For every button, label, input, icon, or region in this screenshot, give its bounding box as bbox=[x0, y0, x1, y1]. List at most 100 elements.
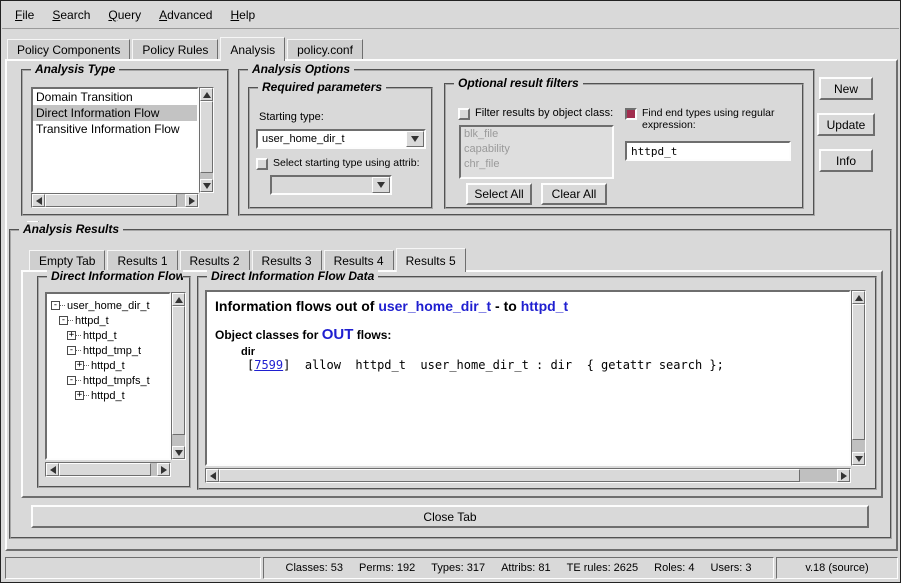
tab-analysis[interactable]: Analysis bbox=[220, 37, 285, 61]
scroll-right-arrow[interactable] bbox=[157, 463, 170, 476]
scroll-down-arrow[interactable] bbox=[852, 452, 865, 465]
tree-collapse-icon[interactable]: - bbox=[59, 316, 68, 325]
tree-node[interactable]: -httpd_t bbox=[47, 313, 169, 328]
scroll-right-arrow[interactable] bbox=[837, 469, 850, 482]
statusbar-stats-panel: Classes: 53 Perms: 192 Types: 317 Attrib… bbox=[263, 557, 774, 579]
scroll-down-arrow[interactable] bbox=[172, 446, 185, 459]
stat-te-rules: TE rules: 2625 bbox=[567, 562, 639, 574]
tree-node-label[interactable]: httpd_tmp_t bbox=[83, 345, 141, 357]
tree-node[interactable]: -httpd_tmpfs_t bbox=[47, 373, 169, 388]
select-all-button[interactable]: Select All bbox=[466, 183, 532, 205]
scrollbar-thumb[interactable] bbox=[852, 304, 865, 440]
tab-policy-rules[interactable]: Policy Rules bbox=[132, 39, 218, 59]
flow-heading: Information flows out of user_home_dir_t… bbox=[215, 298, 841, 314]
tree-collapse-icon[interactable]: - bbox=[67, 346, 76, 355]
tab-policy-conf[interactable]: policy.conf bbox=[287, 39, 363, 59]
scrollbar-thumb[interactable] bbox=[59, 463, 151, 476]
tree-node-label[interactable]: user_home_dir_t bbox=[67, 300, 150, 312]
tab-results-2[interactable]: Results 2 bbox=[180, 250, 250, 270]
menu-advanced[interactable]: Advanced bbox=[150, 4, 221, 26]
tree-node[interactable]: -user_home_dir_t bbox=[47, 298, 169, 313]
tree-node[interactable]: + httpd_t bbox=[47, 328, 169, 343]
tab-empty[interactable]: Empty Tab bbox=[29, 250, 105, 270]
tree-node-label[interactable]: httpd_tmpfs_t bbox=[83, 375, 150, 387]
tree-node[interactable]: + httpd_t bbox=[47, 388, 169, 403]
required-parameters-group: Required parameters Starting type: user_… bbox=[248, 87, 433, 209]
tree-node[interactable]: -httpd_tmp_t bbox=[47, 343, 169, 358]
scrollbar-trough[interactable] bbox=[172, 306, 185, 446]
scrollbar-trough[interactable] bbox=[45, 194, 185, 207]
update-button[interactable]: Update bbox=[817, 113, 875, 136]
scrollbar-thumb[interactable] bbox=[45, 194, 177, 207]
scroll-up-arrow[interactable] bbox=[200, 88, 213, 101]
tab-results-1[interactable]: Results 1 bbox=[107, 250, 177, 270]
right-triangle-icon bbox=[161, 466, 167, 474]
optional-filters-title: Optional result filters bbox=[454, 76, 583, 90]
scrollbar-trough[interactable] bbox=[852, 304, 865, 452]
tree-node-label[interactable]: httpd_t bbox=[75, 315, 109, 327]
filter-by-class-checkbox[interactable] bbox=[458, 108, 470, 120]
down-triangle-icon bbox=[203, 183, 211, 189]
scrollbar-thumb[interactable] bbox=[172, 306, 185, 435]
scrollbar-trough[interactable] bbox=[219, 469, 837, 482]
scroll-left-arrow[interactable] bbox=[206, 469, 219, 482]
list-item-selected[interactable]: Direct Information Flow bbox=[33, 105, 197, 121]
analysis-page: Analysis Type Domain Transition Direct I… bbox=[5, 59, 898, 551]
tab-policy-components[interactable]: Policy Components bbox=[7, 39, 130, 59]
horizontal-scrollbar[interactable] bbox=[205, 468, 851, 483]
filter-checkbox-row: Filter results by object class: bbox=[458, 107, 613, 120]
tree-expand-icon[interactable]: + bbox=[75, 361, 84, 370]
horizontal-scrollbar[interactable] bbox=[31, 193, 199, 208]
starting-type-combobox[interactable]: user_home_dir_t bbox=[256, 129, 426, 149]
menu-help[interactable]: Help bbox=[221, 4, 264, 26]
menu-query[interactable]: Query bbox=[99, 4, 150, 26]
attrib-checkbox-label: Select starting type using attrib: bbox=[273, 157, 420, 169]
tree-node-label[interactable]: httpd_t bbox=[91, 390, 125, 402]
scroll-right-arrow[interactable] bbox=[185, 194, 198, 207]
regex-checkbox-checked[interactable] bbox=[625, 108, 637, 120]
up-triangle-icon bbox=[175, 297, 183, 303]
starting-type-value: user_home_dir_t bbox=[258, 131, 406, 147]
tree-collapse-icon[interactable]: - bbox=[51, 301, 60, 310]
tree-collapse-icon[interactable]: - bbox=[67, 376, 76, 385]
right-triangle-icon bbox=[189, 197, 195, 205]
horizontal-scrollbar[interactable] bbox=[45, 462, 171, 477]
dropdown-arrow-button[interactable] bbox=[406, 131, 424, 147]
tab-results-3[interactable]: Results 3 bbox=[252, 250, 322, 270]
rule-number-link[interactable]: 7599 bbox=[254, 358, 283, 372]
scroll-left-arrow[interactable] bbox=[46, 463, 59, 476]
scrollbar-trough[interactable] bbox=[59, 463, 157, 476]
scroll-down-arrow[interactable] bbox=[200, 179, 213, 192]
regex-input[interactable] bbox=[625, 141, 791, 161]
tab-results-4[interactable]: Results 4 bbox=[324, 250, 394, 270]
new-button[interactable]: New bbox=[819, 77, 873, 100]
list-item[interactable]: Domain Transition bbox=[33, 89, 197, 105]
vertical-scrollbar[interactable] bbox=[851, 290, 866, 466]
filter-checkbox-label: Filter results by object class: bbox=[475, 107, 613, 119]
tree-node[interactable]: + httpd_t bbox=[47, 358, 169, 373]
tree-expand-icon[interactable]: + bbox=[67, 331, 76, 340]
scroll-up-arrow[interactable] bbox=[172, 293, 185, 306]
scrollbar-thumb[interactable] bbox=[200, 101, 213, 173]
vertical-scrollbar[interactable] bbox=[199, 87, 214, 193]
tab-results-5[interactable]: Results 5 bbox=[396, 248, 466, 272]
left-triangle-icon bbox=[36, 197, 42, 205]
regex-checkbox-row: Find end types using regular expression: bbox=[625, 107, 775, 131]
scrollbar-trough[interactable] bbox=[200, 101, 213, 179]
clear-all-button[interactable]: Clear All bbox=[541, 183, 607, 205]
attrib-checkbox[interactable] bbox=[256, 158, 268, 170]
menu-search[interactable]: Search bbox=[43, 4, 99, 26]
tree-node-label[interactable]: httpd_t bbox=[91, 360, 125, 372]
vertical-scrollbar[interactable] bbox=[171, 292, 186, 460]
tree-connector bbox=[76, 350, 81, 351]
list-item[interactable]: Transitive Information Flow bbox=[33, 121, 197, 137]
scrollbar-thumb[interactable] bbox=[219, 469, 800, 482]
menu-file[interactable]: File bbox=[6, 4, 43, 26]
tree-node-label[interactable]: httpd_t bbox=[83, 330, 117, 342]
scroll-left-arrow[interactable] bbox=[32, 194, 45, 207]
close-tab-button[interactable]: Close Tab bbox=[31, 505, 869, 528]
scroll-up-arrow[interactable] bbox=[852, 291, 865, 304]
tree-expand-icon[interactable]: + bbox=[75, 391, 84, 400]
te-rule-line: [7599] allow httpd_t user_home_dir_t : d… bbox=[247, 358, 841, 372]
info-button[interactable]: Info bbox=[819, 149, 873, 172]
